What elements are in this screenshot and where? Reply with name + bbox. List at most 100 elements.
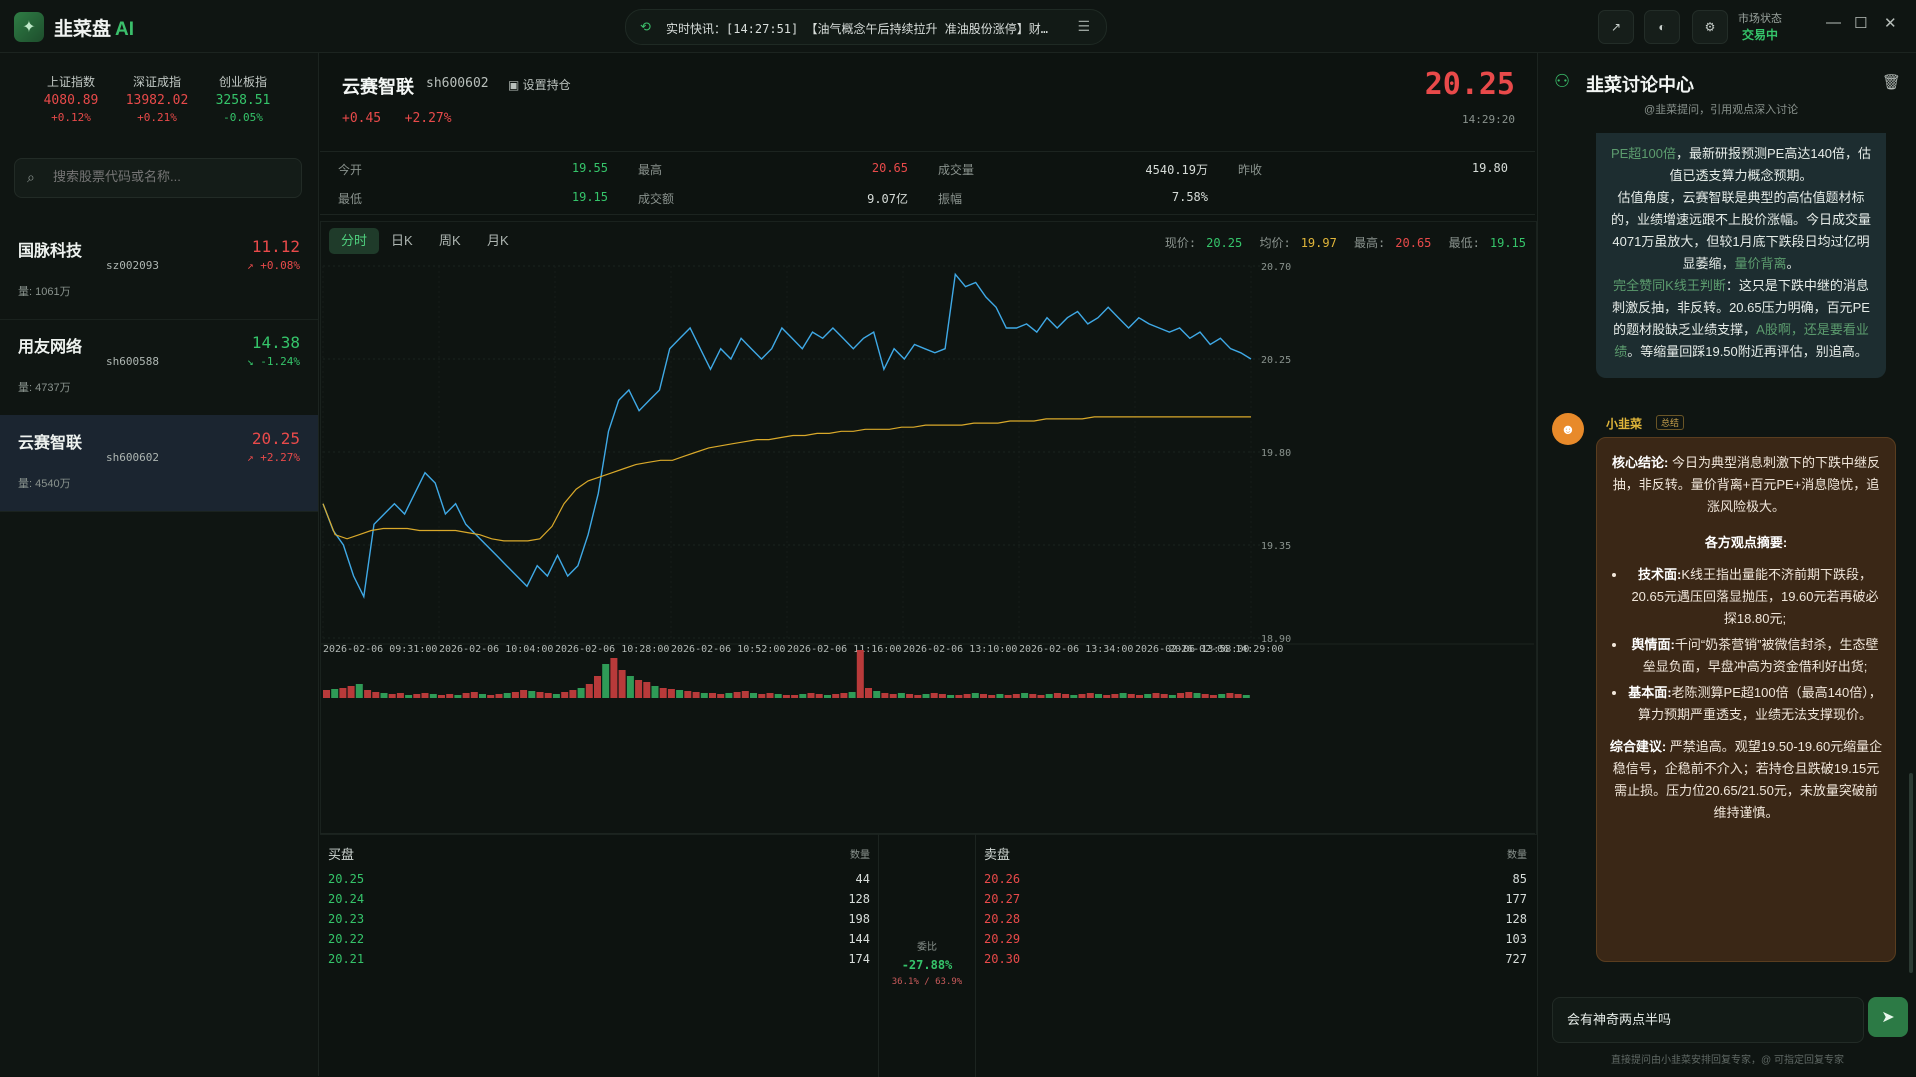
gear-icon: ⚙ [1704,20,1716,34]
intraday-chart[interactable]: 20.7020.2519.8019.3518.902026-02-06 09:3… [321,258,1534,832]
close-icon[interactable]: ✕ [1884,14,1897,32]
chat-panel: ⚇ 韭菜讨论中心 @韭菜提问，引用观点深入讨论 🗑 PE超100倍，最新研报预测… [1537,53,1916,1076]
search-input[interactable] [51,168,295,185]
list-icon[interactable]: ☰ [1077,18,1090,35]
volume-bar [323,690,330,698]
tab-intraday[interactable]: 分时 [329,228,380,254]
volume-bar [561,692,569,698]
signal-icon: ⟲ [640,19,651,34]
tab-weekly-k[interactable]: 周K [427,228,473,254]
volume-bar [930,693,938,698]
volume-bar [881,693,889,698]
stock-search[interactable]: ⌕ [14,158,302,198]
trend-chart-button[interactable]: ↗ [1598,10,1634,44]
volume-bar [791,695,799,698]
volume-bar [717,694,725,698]
volume-bar [347,686,355,698]
quote-volume: 成交量 4540.19万 [938,163,1208,177]
book-row[interactable]: 20.27 177 [976,889,1535,909]
send-button[interactable]: ➤ [1868,997,1908,1037]
chat-scrollbar[interactable] [1909,773,1913,973]
volume-bar [364,690,372,698]
order-book: 买盘 数量 20.25 44 20.24 128 20.23 198 20.22 144… [320,833,1535,1077]
volume-bar [1045,694,1053,698]
volume-bar [339,688,347,698]
y-tick-label: 19.80 [1261,448,1291,459]
watchlist-item[interactable]: 国脉科技 sz002093 11.12 ↗ +0.08% 量: 1061万 [0,223,318,320]
volume-bar [1078,694,1086,698]
quote-amplitude: 振幅 7.58% [938,190,1208,206]
volume-bar [807,693,815,698]
theme-button[interactable]: ◐ [1644,10,1680,44]
volume-bar [758,694,766,698]
market-status: 市场状态 交易中 [1738,13,1782,42]
tab-daily-k[interactable]: 日K [379,228,425,254]
volume-bar [963,694,971,698]
volume-bar [1209,695,1217,698]
volume-bar [438,695,445,698]
volume-bar [1185,692,1193,698]
volume-bar [815,694,823,698]
volume-bar [585,684,593,698]
volume-bar [1095,694,1102,698]
volume-bar [487,695,495,698]
order-ratio: 委比 -27.88% 36.1% / 63.9% [878,834,976,1077]
book-row[interactable]: 20.28 128 [976,909,1535,929]
volume-bar [1119,693,1127,698]
quote-open: 今开 19.55 [338,161,608,177]
chart-panel: 分时 日K 周K 月K 现价: 20.25 均价: 19.97 最高: 20.65 最… [320,221,1537,835]
index-shanghai[interactable]: 上证指数 4080.89 +0.12% [26,73,116,124]
volume-bar [906,694,914,698]
x-tick-label: 2026-02-06 09:31:00 [323,644,437,655]
book-row[interactable]: 20.30 727 [976,949,1535,969]
trash-icon[interactable]: 🗑 [1882,73,1901,91]
volume-bar [996,694,1004,698]
tab-monthly-k[interactable]: 月K [475,228,521,254]
watchlist-item-active[interactable]: 云赛智联 sh600602 20.25 ↗ +2.27% 量: 4540万 [0,415,318,512]
book-row[interactable]: 20.26 85 [976,869,1535,889]
volume-bar [897,693,905,698]
news-ticker[interactable]: ⟲ 实时快讯：[14:27:51] 【油气概念午后持续拉升 准油股份涨停】财… … [625,9,1107,45]
volume-bar [1242,695,1250,698]
book-row[interactable]: 20.29 103 [976,929,1535,949]
minimize-icon[interactable]: — [1826,14,1841,31]
volume-bar [446,694,454,698]
quote-high: 最高 20.65 [638,161,908,177]
volume-bar [1111,694,1119,698]
settings-button[interactable]: ⚙ [1692,10,1728,44]
volume-bar [980,694,987,698]
volume-bar [840,693,848,698]
chart-stats: 现价: 20.25 均价: 19.97 最高: 20.65 最低: 19.15 [1164,236,1526,250]
volume-bar [955,695,963,698]
volume-bar [651,686,659,698]
quote-prev-close: 昨收 19.80 [1238,161,1508,177]
palette-icon: ◐ [1658,20,1666,34]
stock-price: 20.25 [1424,67,1515,102]
book-row[interactable]: 20.25 44 [320,869,878,889]
chat-input[interactable] [1565,1010,1849,1027]
volume-bar [676,690,684,698]
index-chinext[interactable]: 创业板指 3258.51 -0.05% [198,73,288,124]
volume-bar [429,694,437,698]
book-row[interactable]: 20.21 174 [320,949,878,969]
volume-bar [709,693,716,698]
watchlist-item[interactable]: 用友网络 sh600588 14.38 ↘ -1.24% 量: 4737万 [0,319,318,416]
volume-bar [396,693,404,698]
volume-bar [610,658,618,698]
chat-input-box[interactable] [1552,997,1864,1043]
stock-name: 云赛智联 [342,77,414,97]
book-row[interactable]: 20.22 144 [320,929,878,949]
set-position-button[interactable]: ▣ 设置持仓 [508,76,571,93]
volume-bar [618,670,626,698]
index-shenzhen[interactable]: 深证成指 13982.02 +0.21% [112,73,202,124]
book-row[interactable]: 20.23 198 [320,909,878,929]
volume-bar [1168,695,1176,698]
x-tick-label: 2026-02-06 10:52:00 [671,644,785,655]
volume-bar [1226,693,1234,698]
maximize-icon[interactable]: ☐ [1854,14,1867,32]
volume-bar [552,694,560,698]
volume-bar [700,693,708,698]
book-row[interactable]: 20.24 128 [320,889,878,909]
left-panel: 上证指数 4080.89 +0.12% 深证成指 13982.02 +0.21%… [0,53,319,1076]
volume-bar [750,693,757,698]
